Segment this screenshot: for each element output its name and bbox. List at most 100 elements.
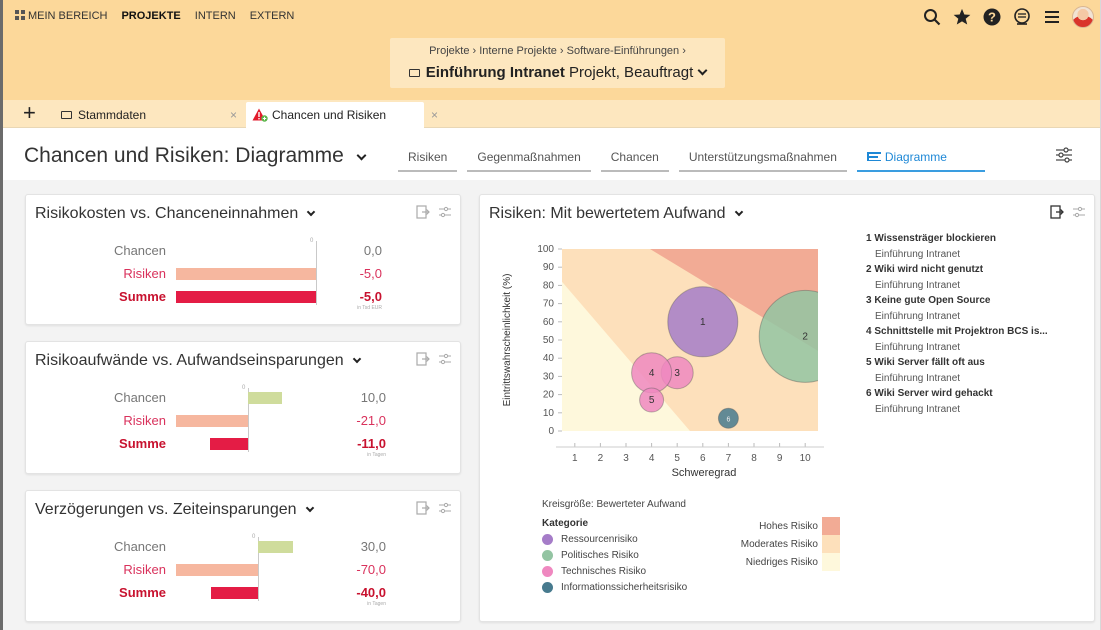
subtab-diagramme[interactable]: Diagramme: [856, 150, 985, 172]
star-icon[interactable]: [952, 7, 972, 27]
row-value-summe: -11,0: [357, 436, 386, 451]
search-icon[interactable]: [922, 7, 942, 27]
x-tick-label: 2: [598, 453, 604, 464]
subtab-gegenmassnahmen[interactable]: Gegenmaßnahmen: [467, 150, 591, 172]
breadcrumb[interactable]: Projekte › Interne Projekte › Software-E…: [390, 45, 725, 57]
y-axis-label: Eintrittswahrscheinlichkeit (%): [502, 274, 513, 407]
tab-chancen-label: Chancen und Risiken: [272, 108, 387, 122]
legend-item[interactable]: Politisches Risiko: [542, 550, 687, 561]
zero-tick-label: 0: [242, 385, 246, 391]
zero-tick-label: 0: [252, 534, 256, 540]
subtab-risiken[interactable]: Risiken: [398, 150, 458, 172]
risk-level-label: Hohes Risiko: [759, 520, 818, 532]
nav-mein-bereich[interactable]: MEIN BEREICH: [15, 10, 107, 22]
unit-note: in Tsd EUR: [357, 305, 382, 311]
risk-list-title[interactable]: 1 Wissensträger blockieren: [866, 233, 1066, 244]
bar-chancen: [258, 541, 294, 553]
bubble-label: 2: [802, 331, 808, 342]
close-icon[interactable]: ×: [431, 108, 438, 122]
x-tick-label: 8: [751, 453, 757, 464]
dashboard-icon: [15, 10, 25, 20]
risk-list-project[interactable]: Einführung Intranet: [875, 342, 1066, 353]
settings-icon[interactable]: [438, 501, 452, 515]
risk-list-title[interactable]: 2 Wiki wird nicht genutzt: [866, 264, 1066, 275]
notification-icon[interactable]: [1012, 7, 1032, 27]
legend-item[interactable]: Technisches Risiko: [542, 566, 687, 577]
project-name: Einführung Intranet: [425, 64, 565, 81]
subtab-unterstuetzungsmassnahmen[interactable]: Unterstützungsmaßnahmen: [678, 150, 847, 172]
nav-projekte[interactable]: PROJEKTE: [121, 10, 180, 22]
bar-risiken: [176, 415, 248, 427]
risk-list-title[interactable]: 5 Wiki Server fällt oft aus: [866, 357, 1066, 368]
avatar[interactable]: [1072, 6, 1094, 28]
tab-stammdaten-label: Stammdaten: [78, 108, 147, 122]
nav-extern[interactable]: EXTERN: [250, 10, 295, 22]
settings-icon[interactable]: [438, 352, 452, 366]
row-value-risiken: -5,0: [359, 266, 382, 281]
y-tick-label: 40: [543, 353, 555, 364]
x-tick-label: 7: [726, 453, 732, 464]
project-title[interactable]: Einführung Intranet Projekt, Beauftragt: [390, 64, 725, 81]
card-tools: [416, 352, 452, 366]
card-title[interactable]: Risikokosten vs. Chanceneinnahmen: [35, 205, 316, 223]
x-tick-label: 5: [674, 453, 680, 464]
risk-list-project[interactable]: Einführung Intranet: [875, 404, 1066, 415]
nav-intern[interactable]: INTERN: [195, 10, 236, 22]
page-title-text: Chancen und Risiken: Diagramme: [24, 144, 344, 167]
close-icon[interactable]: ×: [230, 108, 237, 122]
filter-settings-icon[interactable]: [1055, 147, 1073, 163]
nav-mein-bereich-label: MEIN BEREICH: [28, 10, 108, 22]
legend-label: Politisches Risiko: [561, 550, 639, 561]
chevron-down-icon: [352, 354, 361, 364]
risk-list-project[interactable]: Einführung Intranet: [875, 311, 1066, 322]
bar-risiken: [176, 564, 258, 576]
tab-stammdaten[interactable]: Stammdaten ×: [55, 102, 245, 128]
row-label-summe: Summe: [119, 436, 166, 451]
y-tick-label: 50: [543, 335, 555, 346]
risk-list-project[interactable]: Einführung Intranet: [875, 280, 1066, 291]
folder-icon: [408, 69, 420, 77]
legend-item[interactable]: Ressourcenrisiko: [542, 534, 687, 545]
risk-list-title[interactable]: 3 Keine gute Open Source: [866, 295, 1066, 306]
card-title[interactable]: Verzögerungen vs. Zeiteinsparungen: [35, 501, 314, 519]
project-context[interactable]: Projekte › Interne Projekte › Software-E…: [390, 38, 725, 88]
risk-list-project[interactable]: Einführung Intranet: [875, 249, 1066, 260]
subtab-bar: Risiken Gegenmaßnahmen Chancen Unterstüt…: [398, 150, 985, 172]
card-title[interactable]: Risiken: Mit bewertetem Aufwand: [489, 205, 743, 223]
card-title[interactable]: Risikoaufwände vs. Aufwandseinsparungen: [35, 352, 361, 370]
risk-list-project[interactable]: Einführung Intranet: [875, 373, 1066, 384]
add-tab-button[interactable]: +: [23, 102, 36, 124]
risk-level-label: Moderates Risiko: [740, 538, 818, 550]
risk-list-title[interactable]: 6 Wiki Server wird gehackt: [866, 388, 1066, 399]
category-list: Ressourcenrisiko Politisches Risiko Techni…: [542, 534, 687, 593]
risk-level-swatch: [822, 553, 840, 571]
row-value-summe: -5,0: [359, 289, 382, 304]
menu-icon[interactable]: [1042, 7, 1062, 27]
export-icon[interactable]: [416, 205, 430, 219]
export-icon[interactable]: [1050, 205, 1064, 219]
legend-item[interactable]: Informationssicherheitsrisiko: [542, 582, 687, 593]
bubble-label: 4: [649, 368, 655, 379]
export-icon[interactable]: [416, 501, 430, 515]
bar-risiken: [176, 268, 316, 280]
x-tick-label: 6: [700, 453, 706, 464]
card-tools: [1050, 205, 1086, 219]
row-label-summe: Summe: [119, 585, 166, 600]
bubble-label: 3: [674, 368, 680, 379]
export-icon[interactable]: [416, 352, 430, 366]
help-icon[interactable]: ?: [982, 7, 1002, 27]
chevron-down-icon: [697, 65, 708, 76]
settings-icon[interactable]: [1072, 205, 1086, 219]
svg-text:?: ?: [988, 10, 996, 25]
settings-icon[interactable]: [438, 205, 452, 219]
card-risikoaufwaende: Risikoaufwände vs. Aufwandseinsparungen …: [25, 341, 461, 474]
subtab-chancen[interactable]: Chancen: [600, 150, 669, 172]
row-label-summe: Summe: [119, 289, 166, 304]
y-tick-label: 10: [543, 408, 555, 419]
risk-list-title[interactable]: 4 Schnittstelle mit Projektron BCS is...: [866, 326, 1066, 337]
header-icons: ?: [922, 6, 1094, 28]
tab-chancen-und-risiken[interactable]: Chancen und Risiken ×: [246, 102, 438, 128]
page-title[interactable]: Chancen und Risiken: Diagramme: [24, 144, 367, 168]
x-axis-label: Schweregrad: [672, 467, 737, 479]
bubble-chart: 0 10 20 30 40 50 60 70 80 90 100 1 2 3 4 5 6 7 8 9 10 Eintrit…: [502, 244, 824, 479]
